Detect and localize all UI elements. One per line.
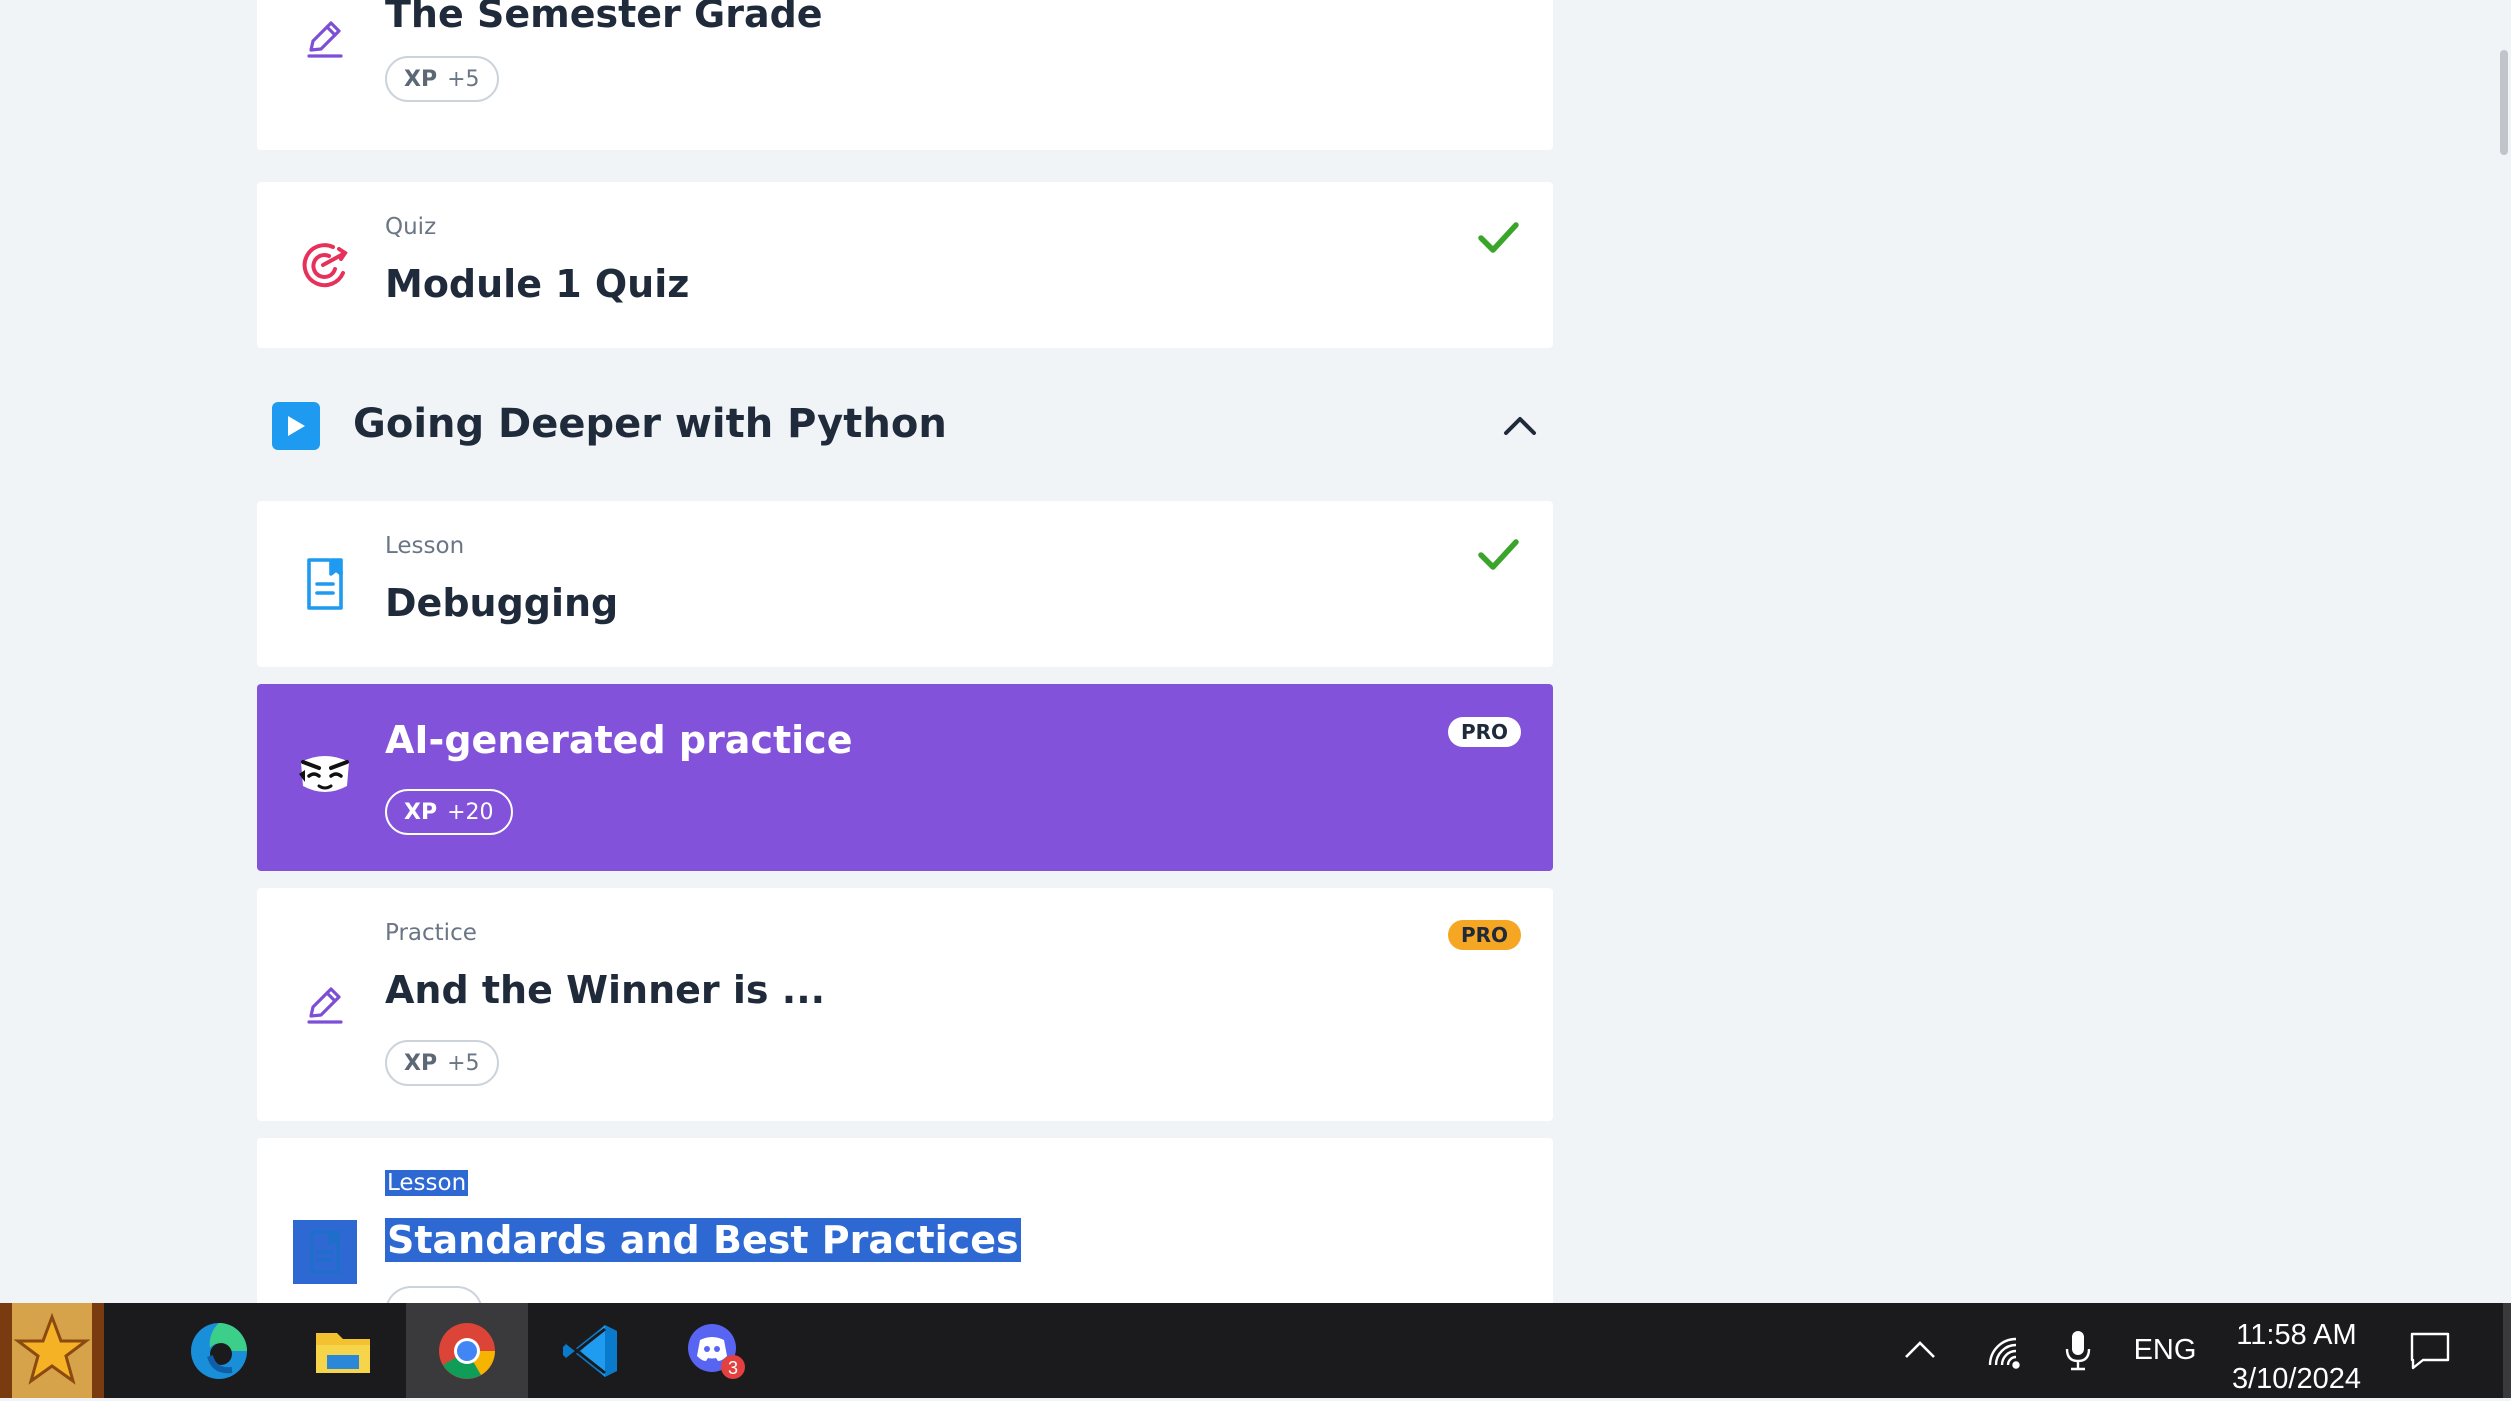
section-title: Going Deeper with Python xyxy=(353,401,947,447)
item-title: And the Winner is ... xyxy=(385,968,826,1012)
xp-label: XP xyxy=(404,1050,438,1076)
item-title: Module 1 Quiz xyxy=(385,262,690,306)
clock-time: 11:58 AM xyxy=(2236,1319,2357,1351)
item-title: Debugging xyxy=(385,581,619,625)
practice-pencil-icon xyxy=(293,972,357,1036)
wifi-icon[interactable] xyxy=(1976,1303,2028,1398)
item-type-label: Practice xyxy=(385,920,477,946)
completed-check-icon xyxy=(1478,222,1519,253)
lesson-document-icon xyxy=(293,1220,357,1284)
xp-pill: XP +20 xyxy=(385,789,513,835)
course-item-debugging[interactable]: Lesson Debugging xyxy=(257,501,1553,667)
language-indicator[interactable]: ENG xyxy=(2128,1303,2202,1398)
show-desktop-button[interactable] xyxy=(2503,1303,2511,1398)
completed-check-icon xyxy=(1478,539,1519,570)
vscode-icon[interactable] xyxy=(550,1303,632,1398)
xp-value: +5 xyxy=(447,66,480,92)
pro-badge: PRO xyxy=(1447,717,1521,747)
pro-badge: PRO xyxy=(1447,920,1521,950)
lesson-document-icon xyxy=(293,552,357,616)
xp-pill: XP +5 xyxy=(385,1040,499,1086)
media-player-icon[interactable] xyxy=(0,1303,104,1398)
video-play-icon xyxy=(272,402,320,450)
item-type-label: Lesson xyxy=(385,1170,469,1196)
section-header-going-deeper[interactable]: Going Deeper with Python xyxy=(257,385,1553,465)
scrollbar-thumb[interactable] xyxy=(2500,50,2508,155)
notifications-icon[interactable] xyxy=(2400,1303,2460,1398)
chrome-icon[interactable] xyxy=(406,1303,528,1398)
edge-icon[interactable] xyxy=(178,1303,260,1398)
chevron-up-icon[interactable] xyxy=(1894,1303,1946,1398)
microphone-icon[interactable] xyxy=(2052,1303,2104,1398)
course-item-ai-generated-practice[interactable]: AI-generated practice XP +20 PRO xyxy=(257,684,1553,871)
file-explorer-icon[interactable] xyxy=(302,1303,384,1398)
course-item-and-the-winner-is[interactable]: Practice And the Winner is ... XP +5 PRO xyxy=(257,888,1553,1121)
item-title: AI-generated practice xyxy=(385,718,853,762)
item-type-label: Quiz xyxy=(385,214,437,240)
quiz-target-icon xyxy=(293,233,357,297)
discord-icon[interactable]: 3 xyxy=(674,1303,756,1398)
xp-label: XP xyxy=(404,799,438,825)
page-scrollbar[interactable] xyxy=(2497,0,2511,1303)
discord-badge-count: 3 xyxy=(728,1358,738,1378)
ai-mascot-icon xyxy=(293,741,357,805)
taskbar: 3 ENG 11:58 AM 3/10/2024 xyxy=(0,1303,2511,1398)
item-title: Standards and Best Practices xyxy=(385,1218,1021,1262)
system-clock[interactable]: 11:58 AM 3/10/2024 xyxy=(2232,1313,2361,1401)
item-title: The Semester Grade xyxy=(385,0,823,36)
xp-value: +5 xyxy=(447,1050,480,1076)
item-type-label: Lesson xyxy=(385,533,465,559)
xp-pill: XP +5 xyxy=(385,56,499,102)
chevron-up-icon[interactable] xyxy=(1499,405,1541,447)
clock-date: 3/10/2024 xyxy=(2231,1363,2361,1395)
practice-pencil-icon xyxy=(293,6,357,70)
course-item-module-1-quiz[interactable]: Quiz Module 1 Quiz xyxy=(257,182,1553,348)
xp-value: +20 xyxy=(447,799,494,825)
course-item-semester-grade[interactable]: The Semester Grade XP +5 xyxy=(257,0,1553,150)
xp-label: XP xyxy=(404,66,438,92)
